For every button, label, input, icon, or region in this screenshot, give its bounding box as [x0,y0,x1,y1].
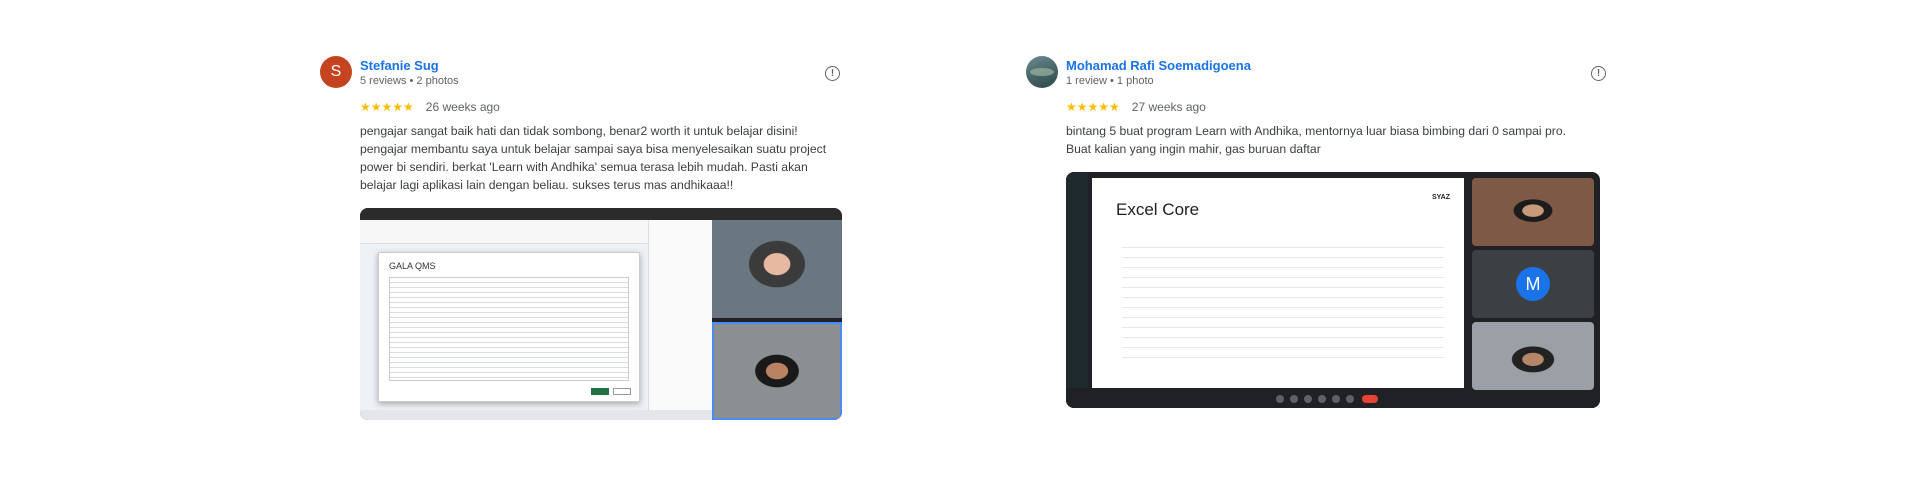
camera-icon [1290,395,1298,403]
reviewer-avatar[interactable] [1026,56,1058,88]
participant-tile: M [1472,250,1594,318]
reviewer-meta: 1 review • 1 photo [1066,75,1154,87]
shared-slide: Excel Core SYAZ [1092,178,1464,388]
webcam-tile [1472,322,1594,390]
emoji-icon [1318,395,1326,403]
webcam-tile [1472,178,1594,246]
participant-tiles: M [1472,178,1594,394]
review-date: 27 weeks ago [1131,100,1206,114]
end-call-icon [1362,395,1378,403]
slide-content [1122,238,1444,358]
review-header: S Stefanie Sug 5 reviews • 2 photos ! [320,56,840,94]
present-icon [1332,395,1340,403]
spreadsheet-window: GALA QMS [360,220,712,410]
report-icon[interactable]: ! [825,66,840,81]
participant-avatar: M [1516,267,1550,301]
ok-button [591,388,609,395]
app-titlebar [360,208,842,220]
rating-row: ★★★★★ 27 weeks ago [1066,98,1606,116]
cancel-button [613,388,631,395]
dialog-title: GALA QMS [389,261,436,271]
query-dialog: GALA QMS [378,252,640,402]
review-date: 26 weeks ago [425,100,500,114]
review-text: bintang 5 buat program Learn with Andhik… [1066,124,1566,156]
slide-title: Excel Core [1116,200,1200,219]
report-icon[interactable]: ! [1591,66,1606,81]
star-rating: ★★★★★ [1066,100,1120,114]
review-card: Mohamad Rafi Soemadigoena 1 review • 1 p… [1026,56,1606,408]
taskbar [360,410,712,420]
reviewer-meta: 5 reviews • 2 photos [360,75,459,87]
mic-icon [1276,395,1284,403]
rating-row: ★★★★★ 26 weeks ago [360,98,840,116]
reviewer-name[interactable]: Mohamad Rafi Soemadigoena [1066,58,1251,73]
webcam-tile [712,322,842,420]
review-photo[interactable]: Excel Core SYAZ M [1066,172,1600,408]
webcam-tile [712,220,842,318]
review-header: Mohamad Rafi Soemadigoena 1 review • 1 p… [1026,56,1606,94]
meeting-toolbar [1066,390,1600,408]
review-text: pengajar sangat baik hati dan tidak somb… [360,124,827,192]
side-panel [648,220,712,410]
caption-icon [1304,395,1312,403]
star-rating: ★★★★★ [360,100,414,114]
code-area [389,277,629,381]
meeting-sidebar [1066,172,1088,388]
reviewer-name[interactable]: Stefanie Sug [360,58,439,73]
review-card: S Stefanie Sug 5 reviews • 2 photos ! ★★… [320,56,842,420]
review-photo[interactable]: GALA QMS [360,208,842,420]
reviewer-avatar[interactable]: S [320,56,352,88]
hand-icon [1346,395,1354,403]
slide-logo: SYAZ [1431,194,1450,201]
